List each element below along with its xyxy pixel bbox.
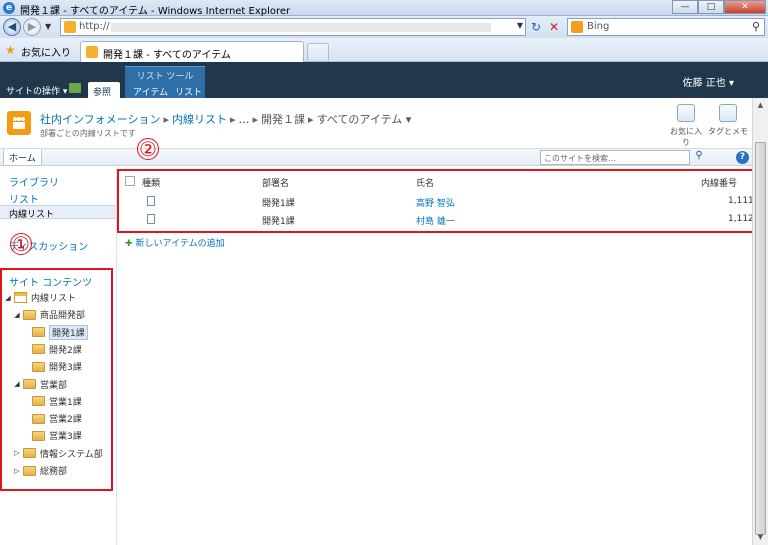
close-button[interactable]: ✕ xyxy=(724,0,766,14)
address-dropdown-icon[interactable]: ▼ xyxy=(517,21,523,30)
i-like-it-button[interactable]: お気に入り xyxy=(667,104,705,148)
favorites-button[interactable]: お気に入り xyxy=(21,44,71,59)
favorites-tab-bar: ★ お気に入り 開発１課 - すべてのアイテム xyxy=(0,38,768,62)
user-menu[interactable]: 佐藤 正也 ▾ xyxy=(683,74,734,89)
window-titlebar: e 開発１課 - すべてのアイテム - Windows Internet Exp… xyxy=(0,0,768,17)
tab-browse[interactable]: 参照 xyxy=(88,82,120,98)
site-search-input[interactable]: このサイトを検索... xyxy=(540,150,690,165)
breadcrumb-separator-icon: ▸ xyxy=(308,113,314,126)
breadcrumb-separator-icon: ▸ xyxy=(252,113,259,126)
breadcrumb-separator-icon: ▸ xyxy=(229,113,236,126)
ie-logo-icon: e xyxy=(3,2,15,14)
tab-list[interactable]: リスト xyxy=(170,82,207,98)
navigate-up-icon[interactable] xyxy=(69,83,81,93)
vertical-scrollbar[interactable]: ▲ ▼ xyxy=(752,98,768,545)
scroll-thumb[interactable] xyxy=(755,142,766,535)
help-icon[interactable]: ? xyxy=(736,151,749,164)
tab-favicon-icon xyxy=(86,46,98,58)
redacted-url xyxy=(111,23,491,32)
people-icon xyxy=(13,117,25,129)
annotation-box-1 xyxy=(0,268,113,491)
new-tab-button[interactable] xyxy=(307,43,329,60)
page-title-area: 社内インフォメーション ▸ 内線リスト ▸… ▸ 開発１課 ▸ すべてのアイテム ▾ 部署ごと… xyxy=(0,98,752,148)
scroll-down-icon[interactable]: ▼ xyxy=(754,531,767,544)
window-title: 開発１課 - すべてのアイテム - Windows Internet Explo… xyxy=(20,6,291,17)
minimize-button[interactable]: — xyxy=(672,0,698,14)
list-tools-title: リスト ツール xyxy=(136,72,194,82)
home-link[interactable]: ホーム xyxy=(3,149,42,166)
annotation-marker-2: ② xyxy=(137,138,159,160)
site-logo-icon[interactable] xyxy=(7,111,31,135)
add-icon: ✚ xyxy=(125,239,133,249)
window-controls: — □ ✕ xyxy=(672,0,766,14)
breadcrumb-list[interactable]: 内線リスト xyxy=(172,113,227,126)
annotation-marker-1: ① xyxy=(10,233,32,255)
favorites-star-icon[interactable]: ★ xyxy=(5,43,16,57)
site-description: 部署ごとの内線リストです xyxy=(40,129,136,138)
quicklaunch-selected-list[interactable]: 内線リスト xyxy=(0,205,116,220)
tag-icon xyxy=(719,104,737,122)
back-button[interactable]: ◀ xyxy=(3,18,21,36)
search-icon[interactable]: ⚲ xyxy=(752,20,760,33)
sharepoint-ribbon: サイトの操作 ▾ 参照 リスト ツール アイテム リスト 佐藤 正也 ▾ xyxy=(0,62,768,98)
add-new-item-link[interactable]: ✚ 新しいアイテムの追加 xyxy=(125,236,225,249)
view-selector[interactable]: すべてのアイテム ▾ xyxy=(317,113,412,126)
refresh-icon[interactable]: ↻ xyxy=(527,18,545,36)
page-favicon-icon xyxy=(64,21,76,33)
address-field[interactable]: http:// ▼ xyxy=(60,18,526,36)
stop-icon[interactable]: ✕ xyxy=(545,18,563,36)
tab-items[interactable]: アイテム xyxy=(128,82,173,98)
url-text: http:// xyxy=(79,21,110,32)
thumbs-up-icon xyxy=(677,104,695,122)
tab-title: 開発１課 - すべてのアイテム xyxy=(103,50,231,61)
search-engine-label: Bing xyxy=(587,21,610,32)
top-link-bar: ホーム このサイトを検索... ⚲ ? xyxy=(0,148,752,166)
annotation-box-2 xyxy=(117,169,758,233)
tags-notes-button[interactable]: タグとメモ xyxy=(707,104,749,137)
breadcrumb-ellipsis[interactable]: … xyxy=(239,113,250,126)
scroll-up-icon[interactable]: ▲ xyxy=(754,99,767,112)
breadcrumb-site[interactable]: 社内インフォメーション xyxy=(40,113,160,126)
address-toolbar: ◀ ▶ ▼ http:// ▼ ↻ ✕ Bing ⚲ xyxy=(0,16,768,38)
breadcrumb: 社内インフォメーション ▸ 内線リスト ▸… ▸ 開発１課 ▸ すべてのアイテム ▾ xyxy=(40,111,411,127)
site-actions-menu[interactable]: サイトの操作 ▾ xyxy=(6,84,67,97)
quicklaunch-libraries[interactable]: ライブラリ xyxy=(9,174,59,189)
maximize-button[interactable]: □ xyxy=(698,0,724,14)
bing-icon xyxy=(571,21,583,33)
browser-tab-active[interactable]: 開発１課 - すべてのアイテム xyxy=(80,41,304,62)
forward-button[interactable]: ▶ xyxy=(23,18,41,36)
quicklaunch-lists[interactable]: リスト xyxy=(9,191,39,206)
history-dropdown-icon[interactable]: ▼ xyxy=(45,22,51,31)
search-icon[interactable]: ⚲ xyxy=(692,150,706,165)
breadcrumb-folder: 開発１課 xyxy=(261,113,306,126)
search-field[interactable]: Bing ⚲ xyxy=(567,18,765,36)
breadcrumb-separator-icon: ▸ xyxy=(163,113,169,126)
